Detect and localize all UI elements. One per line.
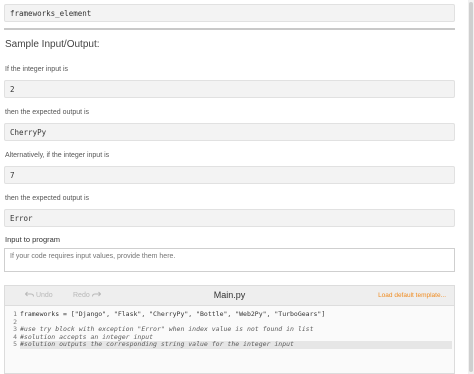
example-1-intro: If the integer input is xyxy=(5,66,69,73)
code-editor: Undo Redo Main.py Load default template.… xyxy=(4,285,455,374)
redo-label: Redo xyxy=(73,292,90,299)
section-title: Sample Input/Output: xyxy=(5,39,100,50)
program-input-label: Input to program xyxy=(5,235,61,244)
line-number: 5 xyxy=(13,340,17,348)
example-2-input: 7 xyxy=(4,166,455,184)
page-scrollbar[interactable] xyxy=(468,0,474,374)
code-area[interactable]: 1 2 3 4 5 frameworks = ["Django", "Flask… xyxy=(5,307,454,373)
example-1-input: 2 xyxy=(4,80,455,98)
example-1-output: CherryPy xyxy=(4,123,455,141)
redo-button[interactable]: Redo xyxy=(73,291,101,300)
active-code-line: #solution outputs the corresponding stri… xyxy=(20,340,452,349)
frameworks-element-code: frameworks_element xyxy=(4,4,455,22)
code-line: frameworks = ["Django", "Flask", "Cherry… xyxy=(20,310,326,318)
load-default-template-link[interactable]: Load default template... xyxy=(378,292,446,300)
editor-file-name: Main.py xyxy=(213,290,246,300)
example-2-output: Error xyxy=(4,209,455,227)
section-divider xyxy=(4,28,455,30)
program-input-field[interactable] xyxy=(4,248,455,272)
undo-button[interactable]: Undo xyxy=(24,291,53,300)
redo-icon xyxy=(91,291,101,297)
example-2-intro: Alternatively, if the integer input is xyxy=(5,152,110,159)
line-number-gutter: 1 2 3 4 5 xyxy=(5,310,17,349)
undo-icon xyxy=(24,291,34,297)
example-1-then: then the expected output is xyxy=(5,109,90,116)
example-2-then: then the expected output is xyxy=(5,195,90,202)
editor-toolbar: Undo Redo Main.py Load default template.… xyxy=(5,286,454,306)
scrollbar-thumb[interactable] xyxy=(469,2,473,372)
undo-label: Undo xyxy=(35,292,53,299)
